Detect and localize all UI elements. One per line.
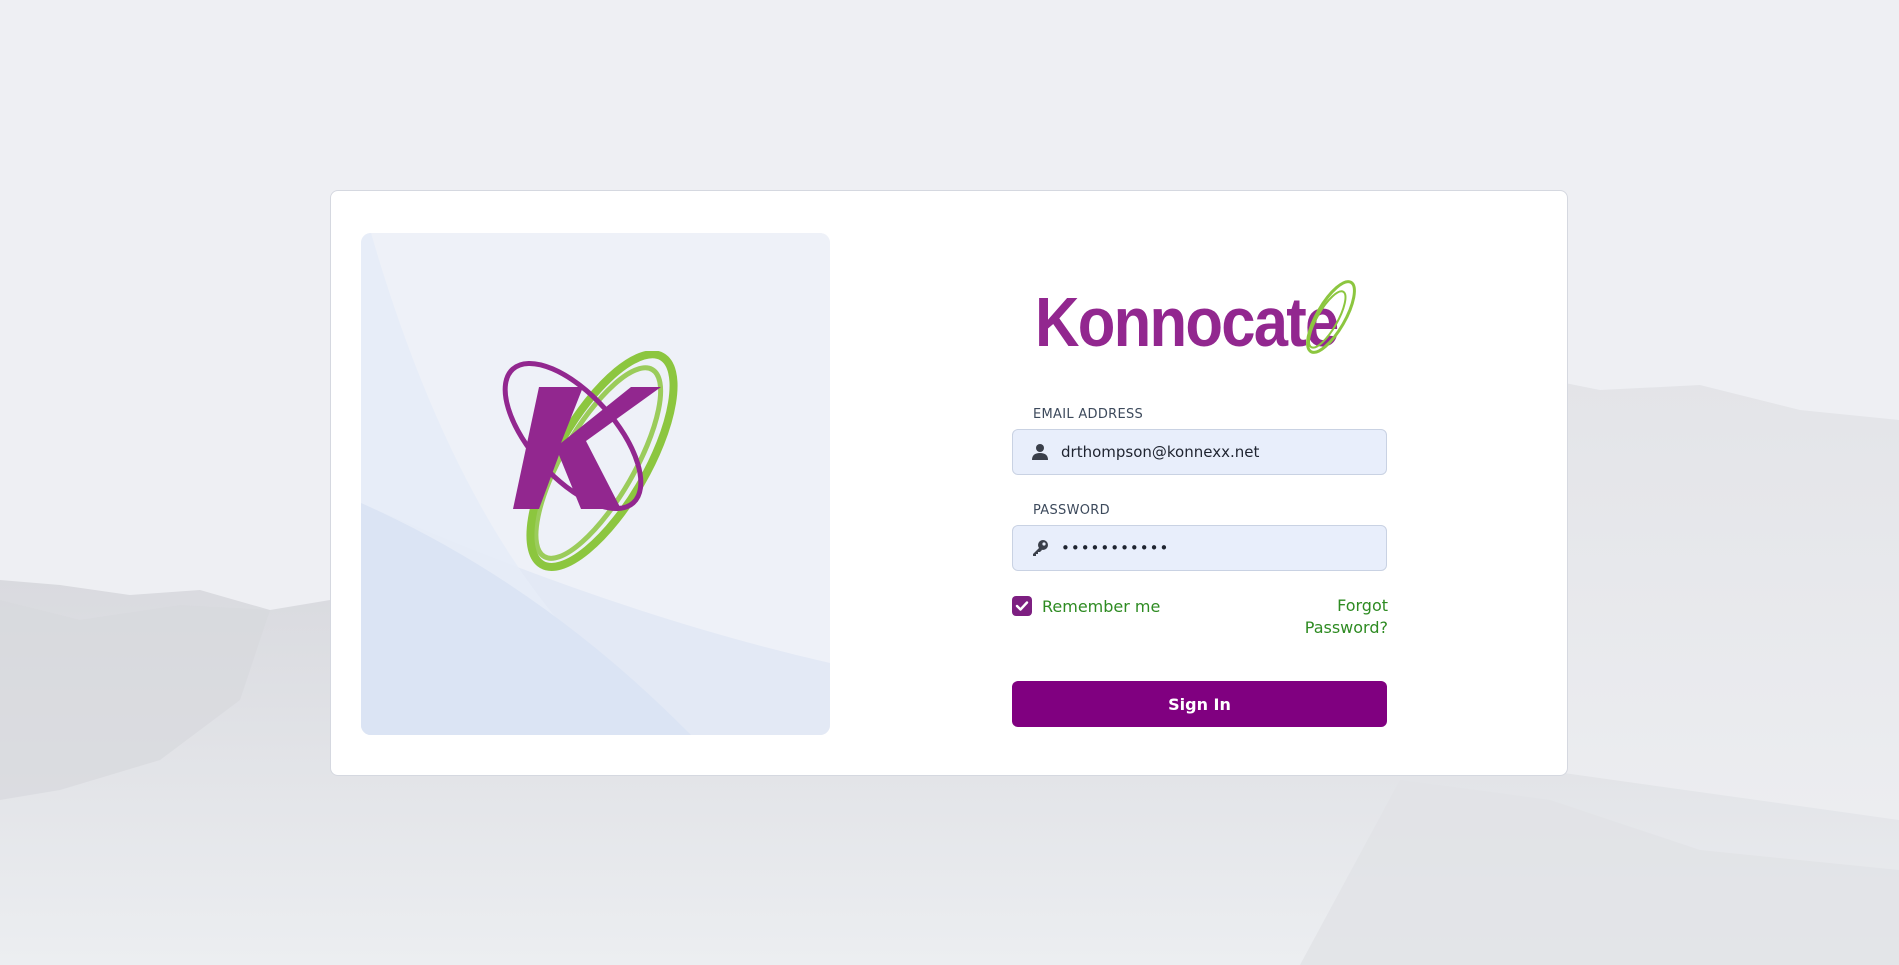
key-icon xyxy=(1033,540,1048,556)
email-field[interactable] xyxy=(1012,429,1387,475)
login-card: Konnocate EMAIL ADDRESS PASSWORD Remembe… xyxy=(330,190,1568,776)
hero-panel xyxy=(361,233,830,735)
remember-label: Remember me xyxy=(1042,596,1161,616)
email-label: EMAIL ADDRESS xyxy=(1033,407,1144,422)
sign-in-button[interactable]: Sign In xyxy=(1012,681,1387,727)
brand-swirl-icon xyxy=(1306,280,1356,354)
password-field[interactable] xyxy=(1012,525,1387,571)
konnocate-k-orbit-logo xyxy=(502,351,678,571)
brand-name: Konnocate xyxy=(1035,283,1339,361)
remember-me[interactable]: Remember me xyxy=(1012,595,1160,617)
password-label: PASSWORD xyxy=(1033,503,1110,518)
remember-checkbox[interactable] xyxy=(1012,596,1032,616)
brand-logo: Konnocate xyxy=(1035,277,1375,367)
password-input[interactable] xyxy=(1061,526,1371,570)
forgot-password-link[interactable]: Forgot Password? xyxy=(1256,595,1388,637)
email-input[interactable] xyxy=(1061,430,1371,474)
checkmark-icon xyxy=(1015,601,1029,611)
user-icon xyxy=(1032,444,1048,460)
